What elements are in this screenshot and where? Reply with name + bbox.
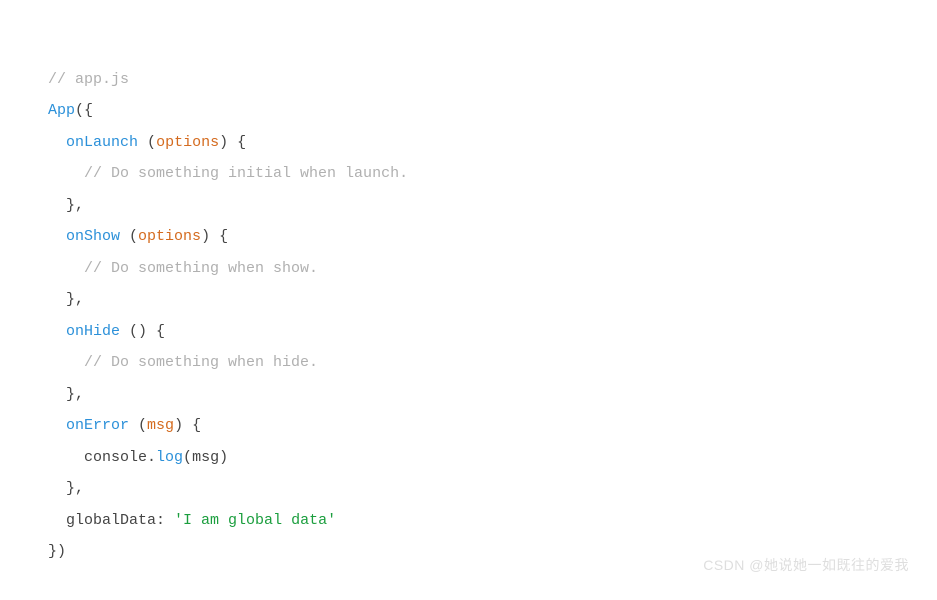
code-paren: ) (174, 417, 183, 434)
code-arg-msg: msg (192, 449, 219, 466)
code-brace: { (210, 228, 228, 245)
code-param-msg: msg (147, 417, 174, 434)
code-close: }, (66, 291, 84, 308)
code-comment: // Do something when show. (84, 260, 318, 277)
code-method-onhide: onHide (66, 323, 120, 340)
code-block: // app.js App({ onLaunch (options) { // … (0, 0, 937, 600)
code-paren: ) (201, 228, 210, 245)
code-method-onerror: onError (66, 417, 129, 434)
code-comment: // Do something initial when launch. (84, 165, 408, 182)
code-method-onlaunch: onLaunch (66, 134, 138, 151)
code-method-onshow: onShow (66, 228, 120, 245)
code-paren: ( (183, 449, 192, 466)
code-space (138, 134, 147, 151)
code-brace: { (183, 417, 201, 434)
code-close: }, (66, 197, 84, 214)
code-brace: { (84, 102, 93, 119)
code-paren: ) (219, 134, 228, 151)
code-close-final: }) (48, 543, 66, 560)
code-paren: ( (129, 417, 147, 434)
code-string-literal: 'I am global data' (174, 512, 336, 529)
code-paren: ( (147, 134, 156, 151)
code-paren: ( (75, 102, 84, 119)
code-paren: ( (120, 228, 138, 245)
code-param-options: options (138, 228, 201, 245)
code-comment: // app.js (48, 71, 129, 88)
code-method-log: log (156, 449, 183, 466)
code-identifier-app: App (48, 102, 75, 119)
code-paren: ) (219, 449, 228, 466)
code-comment: // Do something when hide. (84, 354, 318, 371)
code-brace: { (228, 134, 246, 151)
code-close: }, (66, 480, 84, 497)
code-parens-braces: () { (120, 323, 165, 340)
code-param-options: options (156, 134, 219, 151)
code-colon: : (156, 512, 174, 529)
code-close: }, (66, 386, 84, 403)
code-key-globaldata: globalData (66, 512, 156, 529)
code-console: console. (84, 449, 156, 466)
